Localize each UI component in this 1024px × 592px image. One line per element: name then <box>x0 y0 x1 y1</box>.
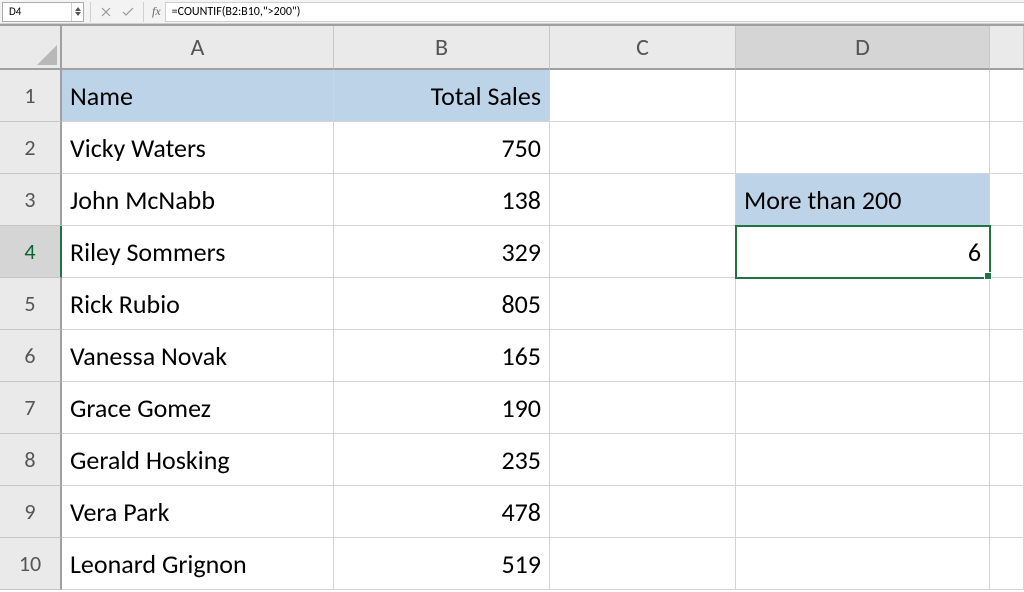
row-header-2[interactable]: 2 <box>0 122 62 174</box>
cell-E2[interactable] <box>990 122 1024 174</box>
name-box[interactable]: D4 <box>2 2 84 22</box>
check-icon <box>122 7 134 17</box>
chevron-down-icon <box>75 12 81 16</box>
row-header-3[interactable]: 3 <box>0 174 62 226</box>
name-box-stepper[interactable] <box>71 3 83 21</box>
cell-C7[interactable] <box>550 382 736 434</box>
cell-E8[interactable] <box>990 434 1024 486</box>
row-header-8[interactable]: 8 <box>0 434 62 486</box>
cell-A4[interactable]: Riley Sommers <box>62 226 334 278</box>
divider <box>143 2 144 22</box>
divider <box>90 2 91 22</box>
cell-D5[interactable] <box>736 278 990 330</box>
cell-C1[interactable] <box>550 70 736 122</box>
col-header-D[interactable]: D <box>736 26 990 70</box>
cell-B2[interactable]: 750 <box>334 122 550 174</box>
select-all-corner[interactable] <box>0 26 62 70</box>
cancel-formula-button[interactable] <box>95 2 117 22</box>
row-header-9[interactable]: 9 <box>0 486 62 538</box>
chevron-up-icon <box>75 7 81 11</box>
cell-B9[interactable]: 478 <box>334 486 550 538</box>
cell-D3[interactable]: More than 200 <box>736 174 990 226</box>
cell-E7[interactable] <box>990 382 1024 434</box>
cell-C9[interactable] <box>550 486 736 538</box>
cell-D10[interactable] <box>736 538 990 590</box>
cell-A10[interactable]: Leonard Grignon <box>62 538 334 590</box>
cell-B6[interactable]: 165 <box>334 330 550 382</box>
cell-E9[interactable] <box>990 486 1024 538</box>
cell-A2[interactable]: Vicky Waters <box>62 122 334 174</box>
cell-D7[interactable] <box>736 382 990 434</box>
col-header-B[interactable]: B <box>334 26 550 70</box>
cell-A5[interactable]: Rick Rubio <box>62 278 334 330</box>
cell-A9[interactable]: Vera Park <box>62 486 334 538</box>
cell-B7[interactable]: 190 <box>334 382 550 434</box>
row-header-5[interactable]: 5 <box>0 278 62 330</box>
cell-B8[interactable]: 235 <box>334 434 550 486</box>
cell-E1[interactable] <box>990 70 1024 122</box>
cell-A3[interactable]: John McNabb <box>62 174 334 226</box>
cell-E6[interactable] <box>990 330 1024 382</box>
cell-A8[interactable]: Gerald Hosking <box>62 434 334 486</box>
cell-B4[interactable]: 329 <box>334 226 550 278</box>
cell-C5[interactable] <box>550 278 736 330</box>
formula-bar: D4 fx <box>0 0 1024 24</box>
cell-C6[interactable] <box>550 330 736 382</box>
cell-E4[interactable] <box>990 226 1024 278</box>
cell-A1[interactable]: Name <box>62 70 334 122</box>
cell-D4[interactable]: 6 <box>736 226 990 278</box>
spreadsheet-grid: A B C D 1 Name Total Sales 2 Vicky Water… <box>0 24 1024 590</box>
cell-A7[interactable]: Grace Gomez <box>62 382 334 434</box>
cell-B10[interactable]: 519 <box>334 538 550 590</box>
cell-C8[interactable] <box>550 434 736 486</box>
cell-D8[interactable] <box>736 434 990 486</box>
cell-C4[interactable] <box>550 226 736 278</box>
row-header-4[interactable]: 4 <box>0 226 62 278</box>
cell-D1[interactable] <box>736 70 990 122</box>
cell-C10[interactable] <box>550 538 736 590</box>
cell-D6[interactable] <box>736 330 990 382</box>
row-header-6[interactable]: 6 <box>0 330 62 382</box>
row-header-7[interactable]: 7 <box>0 382 62 434</box>
formula-input[interactable] <box>165 2 1024 22</box>
cell-A6[interactable]: Vanessa Novak <box>62 330 334 382</box>
col-header-C[interactable]: C <box>550 26 736 70</box>
cell-D9[interactable] <box>736 486 990 538</box>
cell-C2[interactable] <box>550 122 736 174</box>
cell-E5[interactable] <box>990 278 1024 330</box>
close-icon <box>101 7 111 17</box>
cell-B3[interactable]: 138 <box>334 174 550 226</box>
cell-E10[interactable] <box>990 538 1024 590</box>
row-header-10[interactable]: 10 <box>0 538 62 590</box>
col-header-A[interactable]: A <box>62 26 334 70</box>
row-header-1[interactable]: 1 <box>0 70 62 122</box>
cell-D2[interactable] <box>736 122 990 174</box>
fx-label[interactable]: fx <box>152 4 161 19</box>
col-header-blank[interactable] <box>990 26 1024 70</box>
cell-E3[interactable] <box>990 174 1024 226</box>
cell-B5[interactable]: 805 <box>334 278 550 330</box>
cell-C3[interactable] <box>550 174 736 226</box>
name-box-text: D4 <box>3 5 71 18</box>
cell-B1[interactable]: Total Sales <box>334 70 550 122</box>
enter-formula-button[interactable] <box>117 2 139 22</box>
